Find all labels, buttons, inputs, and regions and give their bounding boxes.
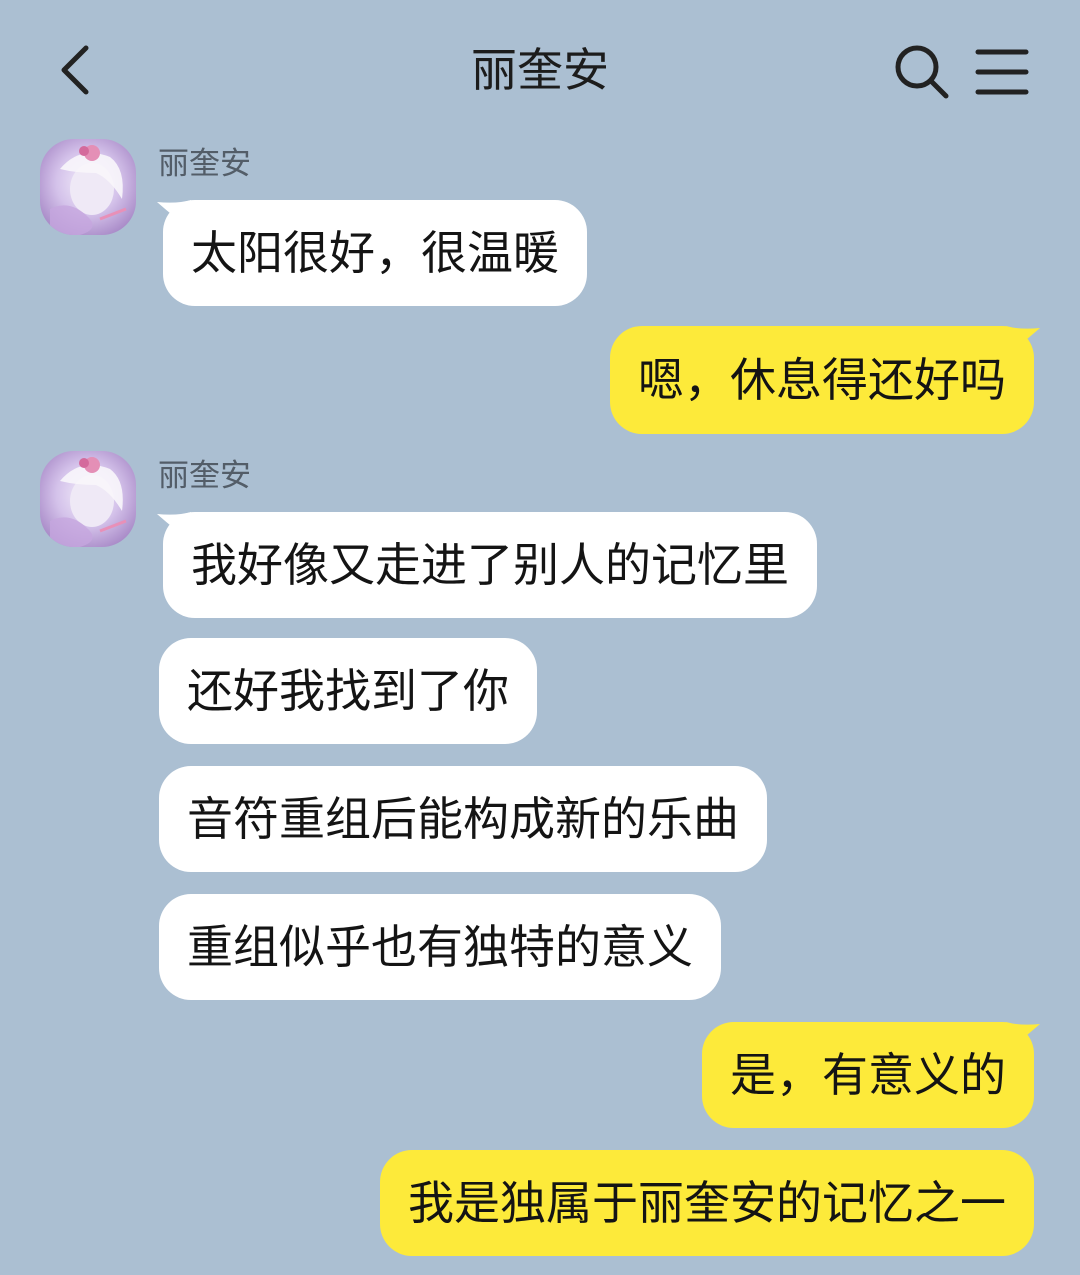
avatar-image [40, 451, 136, 547]
sender-name: 丽奎安 [158, 146, 251, 182]
message-bubble-incoming[interactable]: 还好我找到了你 [159, 638, 537, 744]
menu-icon [975, 49, 1029, 95]
avatar[interactable] [40, 139, 136, 235]
message-bubble-outgoing[interactable]: 是，有意义的 [702, 1022, 1034, 1128]
sender-name: 丽奎安 [158, 458, 251, 494]
search-icon [895, 45, 949, 99]
message-bubble-outgoing[interactable]: 嗯，休息得还好吗 [610, 326, 1034, 434]
avatar-image [40, 139, 136, 235]
message-bubble-incoming[interactable]: 音符重组后能构成新的乐曲 [159, 766, 767, 872]
message-bubble-incoming[interactable]: 我好像又走进了别人的记忆里 [163, 512, 817, 618]
message-bubble-incoming[interactable]: 太阳很好，很温暖 [163, 200, 587, 306]
message-bubble-outgoing[interactable]: 我是独属于丽奎安的记忆之一 [380, 1150, 1034, 1256]
chat-header: 丽奎安 [0, 0, 1080, 140]
search-button[interactable] [890, 40, 954, 104]
message-bubble-incoming[interactable]: 重组似乎也有独特的意义 [159, 894, 721, 1000]
menu-button[interactable] [972, 44, 1032, 100]
avatar[interactable] [40, 451, 136, 547]
